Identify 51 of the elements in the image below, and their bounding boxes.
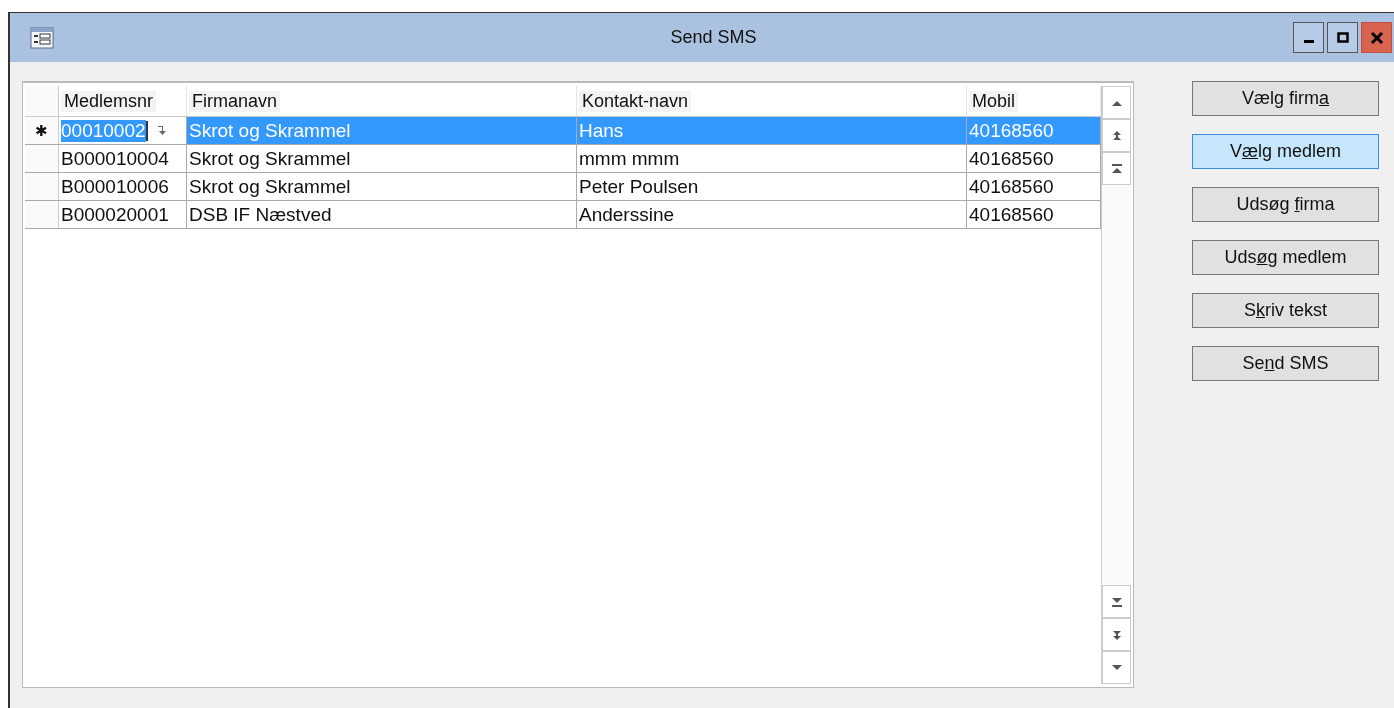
scroll-down-button[interactable] [1102, 651, 1131, 684]
table-cell: B000010004 [61, 147, 169, 170]
table-row[interactable]: B000010004 Skrot og Skrammel mmm mmm 40168560 [25, 145, 1101, 173]
command-button[interactable]: Vælg medlem [1192, 134, 1379, 169]
table-cell: mmm mmm [579, 147, 680, 170]
next-record-button[interactable] [1102, 618, 1131, 651]
scroll-up-button[interactable] [1102, 86, 1131, 119]
table-row[interactable]: B000010006 Skrot og Skrammel Peter Poulsen 40168560 [25, 173, 1101, 201]
table-cell: 40168560 [969, 147, 1054, 170]
table-cell: B000010006 [61, 175, 169, 198]
command-button[interactable]: Send SMS [1192, 346, 1379, 381]
table-row[interactable]: B000020001 DSB IF Næstved Anderssine 40168560 [25, 201, 1101, 229]
column-header[interactable]: Medlemsnr [61, 90, 157, 112]
table-cell: Skrot og Skrammel [189, 119, 351, 142]
table-cell: Hans [579, 119, 624, 142]
command-button[interactable]: Udsøg firma [1192, 187, 1379, 222]
table-cell: 40168560 [969, 203, 1054, 226]
first-record-button[interactable] [1102, 152, 1131, 185]
close-icon [1369, 30, 1384, 45]
table-cell: B000020001 [61, 203, 169, 226]
table-cell: Skrot og Skrammel [189, 175, 351, 198]
previous-record-button[interactable] [1102, 119, 1131, 152]
first-record-icon [1110, 162, 1123, 175]
form-icon [30, 26, 54, 49]
last-record-button[interactable] [1102, 585, 1131, 618]
table-row[interactable]: ✱ 00010002 Skrot og Skrammel Hans 40168560 [25, 117, 1101, 145]
minimize-button[interactable] [1293, 22, 1324, 53]
minimize-icon [1303, 40, 1314, 43]
maximize-button[interactable] [1327, 22, 1358, 53]
table-cell: Anderssine [579, 203, 675, 226]
window-title: Send SMS [669, 27, 758, 48]
column-header[interactable]: Firmanavn [189, 90, 281, 112]
table-cell: 40168560 [969, 175, 1054, 198]
table-cell: Peter Poulsen [579, 175, 699, 198]
command-button[interactable]: Vælg firma [1192, 81, 1379, 116]
command-button[interactable]: Skriv tekst [1192, 293, 1379, 328]
maximize-icon [1335, 30, 1350, 45]
column-header[interactable]: Mobil [969, 90, 1018, 112]
close-button[interactable] [1361, 22, 1392, 53]
record-marker: ✱ [35, 121, 48, 140]
table-cell: 00010002 [61, 119, 146, 142]
table-cell: DSB IF Næstved [189, 203, 332, 226]
up-triangle-icon [1110, 98, 1123, 107]
down-triangle-icon [1110, 663, 1123, 672]
record-selector[interactable]: ✱ [25, 117, 59, 144]
command-button[interactable]: Udsøg medlem [1192, 240, 1379, 275]
column-header[interactable]: Kontakt-navn [579, 90, 692, 112]
hyperlink-arrow-icon [156, 125, 168, 136]
table-cell: 40168560 [969, 119, 1054, 142]
last-record-icon [1110, 595, 1123, 608]
table-cell: Skrot og Skrammel [189, 147, 351, 170]
